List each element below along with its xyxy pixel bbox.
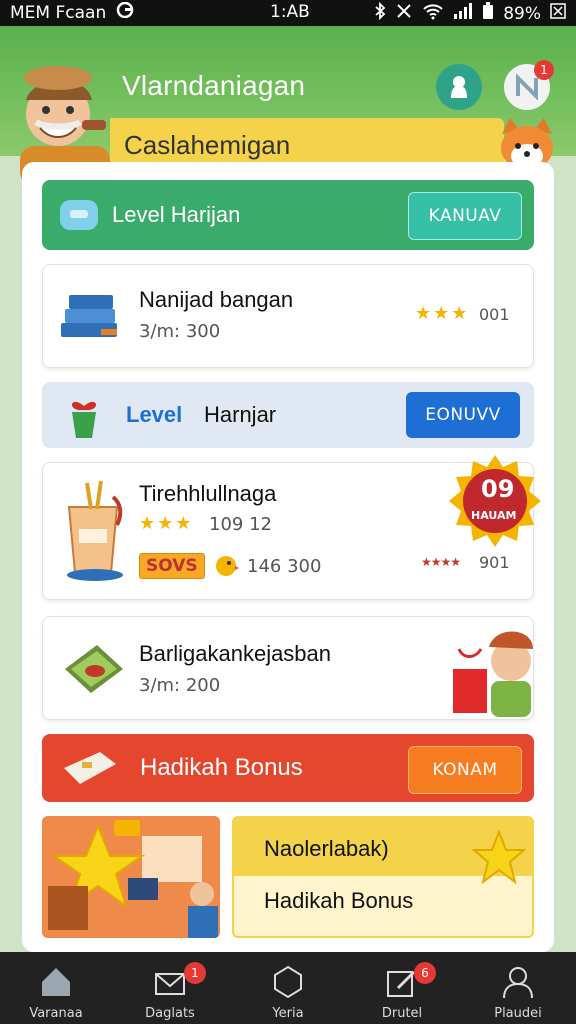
nav-center[interactable]: Yeria — [238, 960, 338, 1022]
nav-profile[interactable]: Plaudei — [468, 960, 568, 1022]
item-row-cash-title: Barligakankejasban — [139, 641, 332, 666]
gift-bow-icon — [71, 401, 97, 438]
rating-stars: ★ ★ ★ — [139, 513, 191, 534]
nav-home[interactable]: Varanaa — [6, 960, 106, 1022]
nav-label-center: Yeria — [272, 1006, 304, 1021]
promo-card[interactable]: Naolerlabak) Hadikah Bonus — [232, 816, 534, 938]
level-row-2[interactable]: Level Harnjar EONUVV — [42, 382, 534, 448]
app-header: Vlarndaniagan 1 Caslahemigan — [0, 26, 576, 182]
rating-stars: ★ ★ ★ — [415, 303, 467, 324]
nav-edit[interactable]: 6 Drutel — [352, 960, 452, 1022]
notification-badge: 1 — [534, 60, 554, 80]
notifications-button[interactable]: 1 — [504, 60, 554, 110]
level-row-2-label-a: Level — [126, 402, 183, 427]
star-icon: ★ — [433, 303, 450, 324]
small-stars-icon: ★★★★ — [421, 555, 461, 569]
item-row-cash[interactable]: Barligakankejasban 3/m: 200 — [42, 616, 534, 720]
seal-number: 09 — [481, 475, 515, 503]
letter-n-icon — [516, 74, 538, 100]
boy-with-cup-illustration — [453, 631, 533, 717]
banner-label: Caslahemigan — [124, 130, 291, 160]
cash-bundle-icon — [65, 645, 123, 693]
nav-messages-badge: 1 — [184, 962, 206, 984]
star-icon — [472, 830, 526, 884]
status-bar: MEM Fcaan 1:AB 89% — [0, 0, 576, 26]
item-row-drink-rating: 109 12 — [209, 514, 272, 535]
item-row-drink[interactable]: Tirehhlullnaga ★ ★ ★ 109 12 SOVS 146 300 0… — [42, 455, 541, 600]
chat-bubble-icon — [60, 200, 98, 230]
nav-edit-badge: 6 — [414, 962, 436, 984]
item-row-books[interactable]: Nanijad bangan 3/m: 300 ★ ★ ★ 001 — [42, 264, 534, 368]
ticket-icon — [64, 752, 116, 784]
bluetooth-icon — [374, 1, 386, 25]
star-icon: ★ — [415, 303, 432, 324]
battery-icon — [482, 2, 494, 25]
star-icon: ★ — [157, 513, 174, 534]
item-row-drink-price: 146 300 — [247, 556, 322, 577]
promo-line-2: Hadikah Bonus — [264, 888, 414, 913]
home-icon — [42, 968, 70, 996]
drink-cup-icon — [67, 480, 123, 581]
promo-line-1: Naolerlabak) — [264, 836, 389, 861]
clock: 1:AB — [270, 2, 310, 22]
item-row-drink-count: 901 — [479, 553, 510, 572]
item-row-cash-subtitle: 3/m: 200 — [139, 675, 221, 696]
level-row-2-button[interactable]: EONUVV — [406, 392, 520, 438]
vibrate-icon — [395, 2, 413, 25]
level-row-1[interactable]: Level Harijan KANUAV — [42, 180, 534, 250]
star-icon: ★ — [175, 513, 192, 534]
item-row-drink-title: Tirehhlullnaga — [139, 481, 277, 506]
profile-button[interactable] — [436, 64, 482, 110]
bonus-row-button[interactable]: KONAM — [408, 746, 522, 794]
promo-image[interactable] — [42, 816, 220, 938]
main-panel: Level Harijan KANUAV Nanijad bangan 3/m:… — [22, 162, 554, 952]
chicken-icon — [216, 556, 239, 576]
bonus-row-label: Hadikah Bonus — [140, 754, 303, 781]
app-notification-icon — [116, 1, 136, 23]
nav-label-messages: Daglats — [145, 1006, 195, 1021]
hexagon-icon — [274, 965, 302, 999]
nav-label-profile: Plaudei — [494, 1006, 542, 1021]
profile-icon — [503, 967, 533, 999]
star-icon: ★ — [451, 303, 468, 324]
star-icon: ★ — [139, 513, 156, 534]
level-row-1-label: Level Harijan — [112, 202, 241, 227]
nav-label-home: Varanaa — [29, 1006, 83, 1021]
level-row-2-label-b: Harnjar — [204, 402, 277, 427]
item-row-books-title: Nanijad bangan — [139, 287, 294, 312]
item-row-books-count: 001 — [479, 305, 510, 324]
signal-icon — [453, 2, 473, 25]
nav-messages[interactable]: 1 Daglats — [120, 960, 220, 1022]
mail-icon — [155, 973, 185, 995]
app-title: Vlarndaniagan — [122, 70, 306, 101]
carrier-text: MEM Fcaan — [10, 2, 107, 23]
nav-label-edit: Drutel — [381, 1006, 423, 1021]
sale-badge: SOVS — [139, 553, 205, 579]
bonus-row[interactable]: Hadikah Bonus KONAM — [42, 734, 534, 802]
level-row-1-button[interactable]: KANUAV — [408, 192, 522, 240]
bottom-nav: Varanaa 1 Daglats Yeria 6 Drutel Plaudei — [0, 952, 576, 1024]
promo-star-scene-illustration — [42, 816, 220, 938]
close-icon[interactable] — [550, 3, 566, 24]
user-icon — [451, 76, 467, 98]
battery-percent: 89% — [503, 3, 541, 24]
books-icon — [61, 295, 117, 337]
seal-text: HAUAM — [471, 509, 517, 522]
item-row-books-subtitle: 3/m: 300 — [139, 321, 221, 342]
wifi-icon — [422, 2, 444, 25]
